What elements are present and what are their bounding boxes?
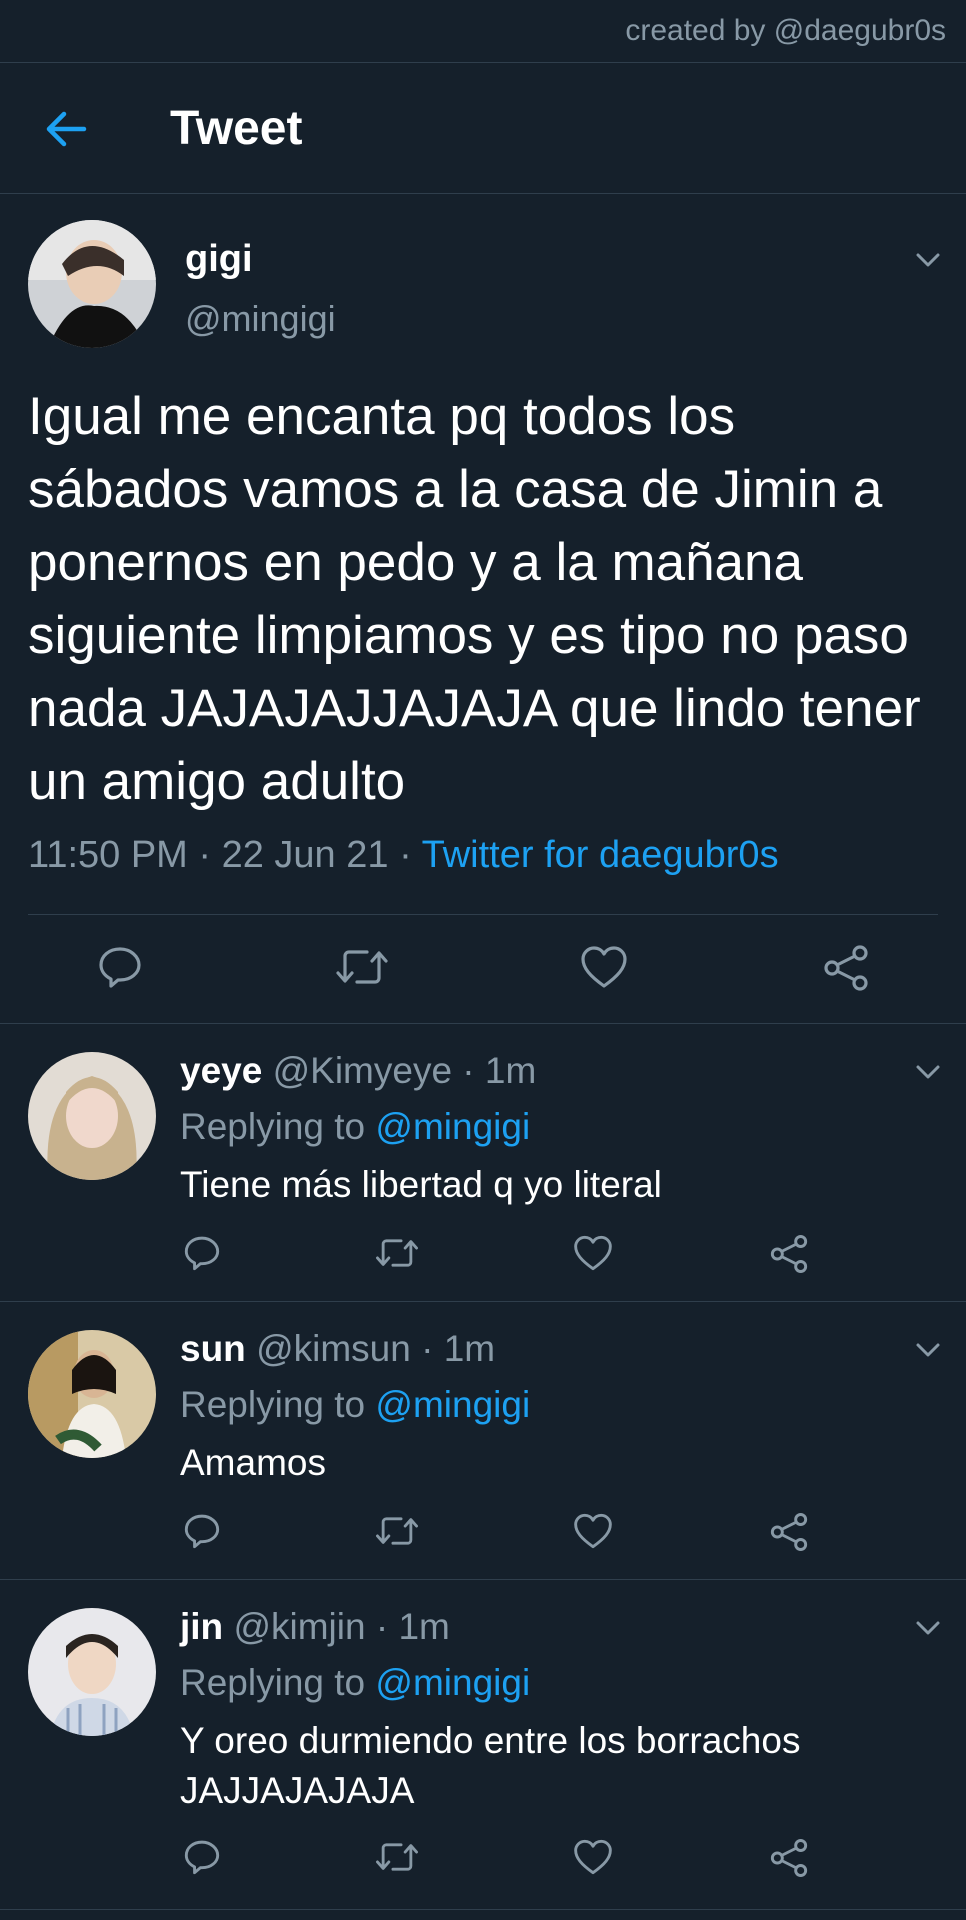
reply-actions	[0, 1838, 966, 1888]
retweet-icon[interactable]	[335, 944, 389, 990]
share-icon[interactable]	[769, 1512, 809, 1552]
tweet-source-link[interactable]: Twitter for daegubr0s	[422, 834, 779, 876]
reply-tweet[interactable]: jin @kimjin · 1m Replying to @mingigi Y …	[0, 1580, 966, 1910]
reply-author-name[interactable]: yeye	[180, 1050, 262, 1091]
avatar[interactable]	[28, 1608, 156, 1736]
reply-header: sun @kimsun · 1m	[180, 1328, 495, 1370]
main-tweet: gigi @mingigi Igual me encanta pq todos …	[0, 194, 966, 1024]
reply-author-name[interactable]: jin	[180, 1606, 223, 1647]
share-icon[interactable]	[769, 1234, 809, 1274]
chevron-down-icon[interactable]	[910, 1332, 946, 1368]
credit-watermark: created by @daegubr0s	[625, 14, 946, 47]
tweet-actions	[0, 934, 966, 1004]
replying-to: Replying to @mingigi	[180, 1662, 530, 1704]
retweet-icon[interactable]	[375, 1234, 419, 1272]
reply-tweet[interactable]: yeye @Kimyeye · 1m Replying to @mingigi …	[0, 1024, 966, 1302]
author-name[interactable]: gigi	[185, 238, 253, 281]
mention-link[interactable]: @mingigi	[375, 1106, 530, 1147]
reply-icon[interactable]	[97, 944, 143, 990]
reply-author-handle[interactable]: @kimjin · 1m	[233, 1606, 449, 1647]
retweet-icon[interactable]	[375, 1838, 419, 1876]
reply-author-name[interactable]: sun	[180, 1328, 246, 1369]
replying-label: Replying to	[180, 1106, 376, 1147]
replying-label: Replying to	[180, 1662, 376, 1703]
reply-actions	[0, 1234, 966, 1284]
retweet-icon[interactable]	[375, 1512, 419, 1550]
tweet-text: Igual me encanta pq todos los sábados va…	[28, 387, 936, 811]
reply-icon[interactable]	[183, 1234, 221, 1272]
reply-actions	[0, 1512, 966, 1562]
avatar[interactable]	[28, 1330, 156, 1458]
like-icon[interactable]	[573, 1512, 613, 1550]
reply-text: Amamos	[180, 1442, 326, 1483]
replying-to: Replying to @mingigi	[180, 1384, 530, 1426]
reply-header: jin @kimjin · 1m	[180, 1606, 450, 1648]
mention-link[interactable]: @mingigi	[375, 1384, 530, 1425]
author-handle[interactable]: @mingigi	[185, 298, 336, 340]
reply-text: Tiene más libertad q yo literal	[180, 1164, 662, 1205]
mention-link[interactable]: @mingigi	[375, 1662, 530, 1703]
avatar[interactable]	[28, 220, 156, 348]
like-icon[interactable]	[573, 1838, 613, 1876]
avatar[interactable]	[28, 1052, 156, 1180]
chevron-down-icon[interactable]	[910, 1054, 946, 1090]
share-icon[interactable]	[769, 1838, 809, 1878]
like-icon[interactable]	[573, 1234, 613, 1272]
replying-to: Replying to @mingigi	[180, 1106, 530, 1148]
reply-icon[interactable]	[183, 1512, 221, 1550]
divider	[28, 914, 938, 915]
reply-tweet[interactable]: sun @kimsun · 1m Replying to @mingigi Am…	[0, 1302, 966, 1580]
reply-text: Y oreo durmiendo entre los borrachos JAJ…	[180, 1720, 801, 1811]
like-icon[interactable]	[580, 944, 628, 990]
reply-header: yeye @Kimyeye · 1m	[180, 1050, 536, 1092]
replying-label: Replying to	[180, 1384, 376, 1425]
chevron-down-icon[interactable]	[910, 1610, 946, 1646]
tweet-meta: 11:50 PM · 22 Jun 21 · Twitter for daegu…	[28, 834, 779, 877]
reply-author-handle[interactable]: @kimsun · 1m	[256, 1328, 495, 1369]
share-icon[interactable]	[822, 944, 870, 992]
back-arrow-icon[interactable]	[44, 107, 88, 151]
top-bar: Tweet	[0, 62, 966, 194]
chevron-down-icon[interactable]	[910, 242, 946, 278]
page-title: Tweet	[170, 102, 303, 155]
reply-icon[interactable]	[183, 1838, 221, 1876]
tweet-timestamp: 11:50 PM · 22 Jun 21 ·	[28, 834, 422, 876]
reply-author-handle[interactable]: @Kimyeye · 1m	[273, 1050, 537, 1091]
